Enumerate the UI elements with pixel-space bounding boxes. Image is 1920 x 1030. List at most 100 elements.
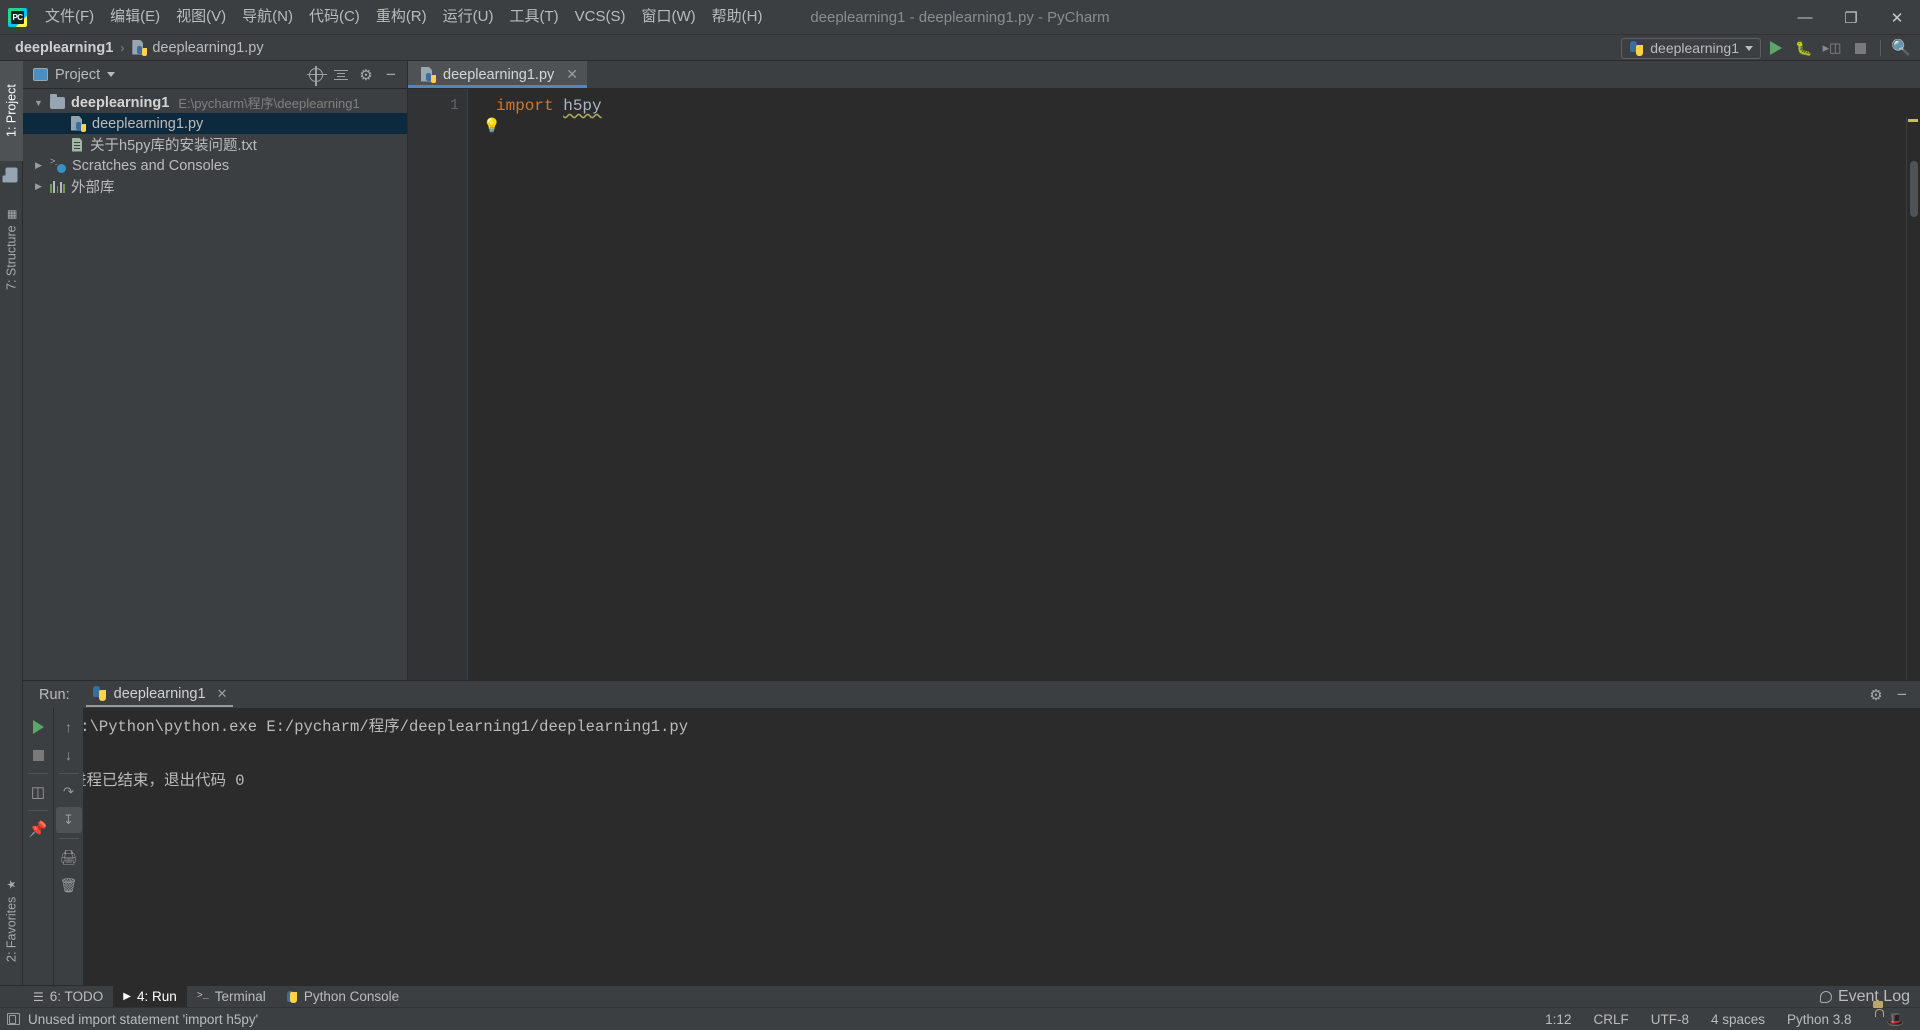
editor-scrollbar-thumb[interactable] (1910, 161, 1918, 217)
minimize-button[interactable]: — (1782, 0, 1828, 35)
run-button[interactable] (1763, 36, 1789, 60)
code-line-1: import h5py (468, 95, 1920, 117)
maximize-restore-button[interactable]: ❐ (1828, 0, 1874, 35)
editor-tab-label: deeplearning1.py (443, 66, 555, 83)
scroll-to-end-button[interactable]: ↧ (55, 807, 82, 833)
sidebar-tab-project-label: 1: Project (4, 84, 19, 138)
search-icon: 🔍 (1891, 40, 1911, 57)
tree-node-label: 关于h5py库的安装问题.txt (90, 138, 257, 154)
indent-setting[interactable]: 4 spaces (1700, 1008, 1776, 1030)
collapse-all-button[interactable] (329, 63, 353, 87)
print-button[interactable]: 🖨 (56, 844, 82, 870)
tree-node-path: E:\pycharm\程序\deeplearning1 (178, 96, 360, 111)
memory-indicator-icon[interactable] (7, 1013, 20, 1025)
breadcrumb-file-label: deeplearning1.py (152, 39, 264, 56)
rerun-button[interactable] (25, 714, 51, 740)
sidebar-tab-structure[interactable]: 7: Structure ▦ (0, 189, 23, 309)
warning-marker[interactable] (1908, 119, 1918, 122)
editor-marker-bar[interactable] (1906, 117, 1920, 680)
menu-edit[interactable]: 编辑(E) (102, 4, 168, 30)
menu-code[interactable]: 代码(C) (301, 4, 368, 30)
python-interpreter[interactable]: Python 3.8 (1776, 1008, 1863, 1030)
clear-all-button[interactable]: 🗑 (56, 872, 82, 898)
debug-button[interactable]: 🐛 (1791, 36, 1817, 60)
sidebar-tab-favorites-label: 2: Favorites (4, 896, 19, 962)
menu-help[interactable]: 帮助(H) (704, 4, 771, 30)
breadcrumb-project[interactable]: deeplearning1 (12, 39, 116, 57)
menu-refactor[interactable]: 重构(R) (368, 4, 435, 30)
next-occurrence-button[interactable]: ↓ (56, 742, 82, 768)
stop-icon (1854, 42, 1866, 54)
bottom-tab-terminal[interactable]: >_ Terminal (187, 986, 276, 1008)
pin-tab-button[interactable]: 📌 (25, 816, 51, 842)
bottom-tab-run[interactable]: ▶ 4: Run (113, 985, 187, 1008)
stop-button[interactable] (1847, 36, 1873, 60)
close-button[interactable]: ✕ (1874, 0, 1920, 35)
file-encoding[interactable]: UTF-8 (1640, 1008, 1700, 1030)
project-settings-button[interactable]: ⚙ (354, 63, 378, 87)
run-widget-area: deeplearning1 🐛 ▸◫ 🔍 (1621, 35, 1914, 61)
breadcrumb-file[interactable]: deeplearning1.py (128, 39, 266, 57)
line-separator[interactable]: CRLF (1582, 1008, 1639, 1030)
search-everywhere-button[interactable]: 🔍 (1888, 36, 1914, 60)
tree-node-h5py-txt[interactable]: ▶ 关于h5py库的安装问题.txt (23, 134, 407, 155)
menu-tools[interactable]: 工具(T) (501, 4, 566, 30)
run-configuration-selector[interactable]: deeplearning1 (1621, 37, 1761, 59)
previous-occurrence-button[interactable]: ↑ (56, 714, 82, 740)
tree-node-scratches[interactable]: ▶ Scratches and Consoles (23, 155, 407, 176)
status-bar: Unused import statement 'import h5py' 1:… (0, 1007, 1920, 1030)
run-console-output[interactable]: E:\Python\python.exe E:/pycharm/程序/deepl… (53, 708, 1920, 985)
menu-run[interactable]: 运行(U) (435, 4, 502, 30)
scroll-to-end-icon: ↧ (63, 812, 74, 827)
run-with-coverage-button[interactable]: ▸◫ (1819, 36, 1845, 60)
menu-vcs[interactable]: VCS(S) (567, 4, 634, 30)
tree-node-deeplearning1-py[interactable]: ▶ deeplearning1.py (23, 113, 407, 134)
close-icon[interactable]: ✕ (217, 686, 228, 702)
intention-bulb-icon[interactable]: 💡 (483, 117, 500, 133)
run-settings-button[interactable]: ⚙ (1864, 683, 1888, 707)
sidebar-tab-project[interactable]: 1: Project (0, 61, 23, 161)
bottom-tab-todo[interactable]: ☰ 6: TODO (23, 986, 113, 1008)
chevron-right-icon[interactable]: ▶ (33, 160, 44, 171)
menu-file[interactable]: 文件(F) (37, 4, 102, 30)
chevron-right-icon[interactable]: ▶ (33, 181, 44, 192)
editor-area: deeplearning1.py ✕ 1 import h5py 💡 (408, 61, 1920, 680)
bottom-tab-python-console[interactable]: Python Console (276, 986, 409, 1008)
hide-run-panel-button[interactable]: − (1890, 683, 1914, 707)
restore-layout-button[interactable]: ◫ (25, 779, 51, 805)
stop-process-button[interactable] (25, 742, 51, 768)
project-panel-title-group[interactable]: Project (33, 67, 116, 83)
hide-project-panel-button[interactable]: − (379, 63, 403, 87)
structure-icon: ▦ (5, 208, 18, 221)
navigation-bar: deeplearning1 › deeplearning1.py deeplea… (0, 35, 1920, 61)
caret-position[interactable]: 1:12 (1534, 1008, 1582, 1030)
sidebar-tab-favorites[interactable]: 2: Favorites ★ (0, 855, 23, 985)
run-panel-body: ◫ 📌 E:\Python\python.exe E:/pycharm/程序/d… (23, 708, 1920, 985)
editor-tab-deeplearning1-py[interactable]: deeplearning1.py ✕ (408, 61, 587, 88)
tree-node-label: deeplearning1.py (92, 115, 204, 132)
power-save-toggle[interactable]: 🎩 (1879, 1008, 1912, 1030)
code-identifier: h5py (563, 97, 602, 115)
chevron-down-icon (107, 72, 116, 77)
menu-window[interactable]: 窗口(W) (633, 4, 703, 30)
tree-node-deeplearning1[interactable]: ▼ deeplearning1 E:\pycharm\程序\deeplearni… (23, 92, 407, 113)
run-tab-deeplearning1[interactable]: deeplearning1 ✕ (85, 683, 234, 707)
chevron-down-icon[interactable]: ▼ (33, 98, 44, 108)
tree-node-label: deeplearning1 (71, 94, 170, 111)
tree-node-external-libraries[interactable]: ▶ 外部库 (23, 176, 407, 197)
code-body[interactable]: import h5py 💡 (468, 89, 1920, 680)
soft-wrap-button[interactable]: ↷ (56, 779, 82, 805)
project-tool-window: Project ⚙ − ▼ deeplearning1 E:\pycharm\程… (23, 61, 408, 680)
code-editor[interactable]: 1 import h5py 💡 (408, 89, 1920, 680)
close-icon[interactable]: ✕ (566, 66, 578, 83)
coverage-icon: ▸◫ (1822, 40, 1842, 55)
project-panel-header: Project ⚙ − (23, 61, 407, 89)
menu-view[interactable]: 视图(V) (168, 4, 234, 30)
menu-navigate[interactable]: 导航(N) (234, 4, 301, 30)
python-file-icon (70, 115, 86, 132)
project-icon-small (0, 161, 23, 189)
readonly-toggle[interactable] (1863, 1008, 1879, 1030)
bottom-tool-window-bar: ☰ 6: TODO ▶ 4: Run >_ Terminal Python Co… (0, 985, 1920, 1008)
select-opened-file-button[interactable] (304, 63, 328, 87)
